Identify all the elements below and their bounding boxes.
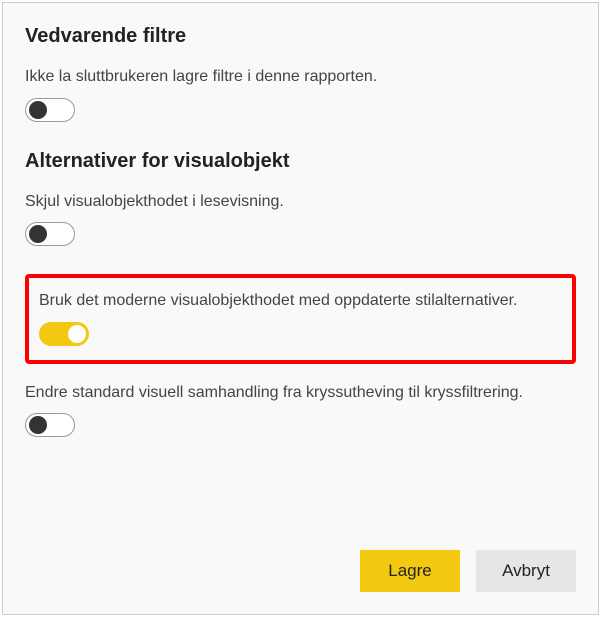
settings-panel: Vedvarende filtre Ikke la sluttbrukeren … <box>2 2 599 615</box>
highlight-modern-visual-header: Bruk det moderne visualobjekthodet med o… <box>25 274 576 364</box>
cancel-button[interactable]: Avbryt <box>476 550 576 592</box>
hide-visual-header-label: Skjul visualobjekthodet i lesevisning. <box>25 191 576 213</box>
visual-options-title: Alternativer for visualobjekt <box>25 150 576 173</box>
option-modern-visual-header: Bruk det moderne visualobjekthodet med o… <box>39 290 562 346</box>
prevent-save-filters-label: Ikke la sluttbrukeren lagre filtre i den… <box>25 66 576 88</box>
section-persistent-filters: Vedvarende filtre Ikke la sluttbrukeren … <box>25 25 576 122</box>
option-hide-visual-header: Skjul visualobjekthodet i lesevisning. <box>25 191 576 247</box>
modern-visual-header-label: Bruk det moderne visualobjekthodet med o… <box>39 290 562 312</box>
option-cross-filtering: Endre standard visuell samhandling fra k… <box>25 382 576 438</box>
cross-filtering-label: Endre standard visuell samhandling fra k… <box>25 382 576 404</box>
option-prevent-save-filters: Ikke la sluttbrukeren lagre filtre i den… <box>25 66 576 122</box>
toggle-knob <box>68 325 86 343</box>
hide-visual-header-toggle[interactable] <box>25 222 75 246</box>
prevent-save-filters-toggle[interactable] <box>25 98 75 122</box>
toggle-knob <box>29 416 47 434</box>
cross-filtering-toggle[interactable] <box>25 413 75 437</box>
persistent-filters-title: Vedvarende filtre <box>25 25 576 48</box>
toggle-knob <box>29 225 47 243</box>
footer-buttons: Lagre Avbryt <box>360 550 576 592</box>
toggle-knob <box>29 101 47 119</box>
section-visual-options: Alternativer for visualobjekt Skjul visu… <box>25 150 576 438</box>
modern-visual-header-toggle[interactable] <box>39 322 89 346</box>
save-button[interactable]: Lagre <box>360 550 460 592</box>
